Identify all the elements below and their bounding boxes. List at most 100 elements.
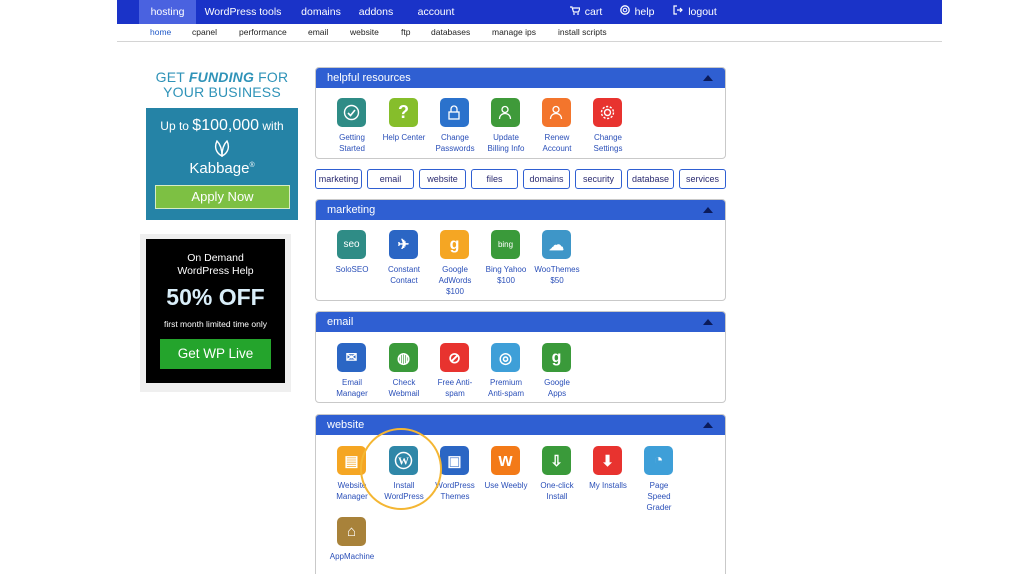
wplive-offer: 50% OFF [166, 284, 265, 310]
tile-label-line1: Website [337, 481, 367, 490]
nav-account[interactable]: account [415, 0, 457, 24]
tag-files[interactable]: files [471, 169, 518, 189]
nav-addons[interactable]: addons [356, 0, 396, 24]
panel-header: marketing [316, 200, 725, 220]
nav-hosting[interactable]: hosting [139, 0, 196, 24]
ad-headline-line2: YOUR BUSINESS [163, 84, 281, 100]
website-manager-icon: ▤ [337, 446, 366, 475]
question-icon: ? [389, 98, 418, 127]
bing-yahoo-icon: bing [491, 230, 520, 259]
subnav-manage-ips[interactable]: manage ips [492, 27, 536, 37]
tile-label-line1: Bing Yahoo [485, 265, 527, 274]
tile-label-line2: WordPress [384, 492, 424, 501]
tile-label-line2: Manager [336, 492, 368, 501]
page-speed-icon: ◔ [644, 446, 673, 475]
tile-label-line1: Google [544, 378, 570, 387]
kabbage-leaf-icon [212, 139, 232, 158]
subnav-home[interactable]: home [150, 27, 171, 37]
subnav-cpanel[interactable]: cpanel [192, 27, 217, 37]
cart-link[interactable]: cart [569, 0, 603, 24]
panel-helpful-resources: helpful resources Getting Started ? Help … [315, 67, 726, 159]
sub-navigation: home cpanel performance email website ft… [117, 24, 942, 42]
panel-header: helpful resources [316, 68, 725, 88]
tile-label-line2: Manager [336, 389, 368, 398]
nav-domains[interactable]: domains [298, 0, 344, 24]
kabbage-box: Up to $100,000 with Kabbage® Apply Now [146, 108, 298, 220]
tile-label-line1: Help Center [382, 133, 426, 142]
apply-now-button[interactable]: Apply Now [155, 185, 290, 209]
hosting-control-panel: hosting WordPress tools domains addons a… [0, 0, 1024, 574]
tile-label-line2: Install [546, 492, 568, 501]
tile-label-line1: Email [341, 378, 362, 387]
collapse-caret-icon[interactable] [703, 75, 713, 81]
collapse-caret-icon[interactable] [703, 422, 713, 428]
gear-icon [593, 98, 622, 127]
kabbage-brand: Kabbage [189, 160, 250, 177]
nav-wordpress-tools[interactable]: WordPress tools [203, 0, 283, 24]
tile-label-line2: Apps [547, 389, 567, 398]
collapse-caret-icon[interactable] [703, 207, 713, 213]
help-link[interactable]: help [619, 0, 655, 24]
tile-label-line1: Page [649, 481, 669, 490]
panel-website: website ▤ Website Manager W Install WordPr… [315, 414, 726, 574]
tile-label: Page Speed Grader [625, 480, 693, 513]
tile-label-line1: WooThemes [534, 265, 580, 274]
user-clock-icon [542, 98, 571, 127]
tile-label-line1: Google [442, 265, 468, 274]
subnav-website[interactable]: website [350, 27, 379, 37]
premium-antispam-icon: ◎ [491, 343, 520, 372]
paper-plane-icon: ✈ [389, 230, 418, 259]
tile-label-line2: Speed [647, 492, 671, 501]
wplive-line1: On Demand [187, 252, 244, 264]
tile-label-line1: AppMachine [329, 552, 375, 561]
subnav-ftp[interactable]: ftp [401, 27, 410, 37]
google-icon: g [440, 230, 469, 259]
tag-website[interactable]: website [419, 169, 466, 189]
antispam-icon: ⊘ [440, 343, 469, 372]
tile-label-line2: spam [445, 389, 465, 398]
subnav-install-scripts[interactable]: install scripts [558, 27, 607, 37]
subnav-performance[interactable]: performance [239, 27, 287, 37]
lock-gear-icon [440, 98, 469, 127]
tile-label-line2: Anti-spam [487, 389, 524, 398]
logout-label: logout [688, 6, 717, 18]
get-wp-live-button[interactable]: Get WP Live [160, 339, 271, 369]
wplive-ad-frame: On Demand WordPress Help 50% OFF first m… [140, 234, 291, 392]
tag-services[interactable]: services [679, 169, 726, 189]
subnav-databases[interactable]: databases [431, 27, 470, 37]
tag-marketing[interactable]: marketing [315, 169, 362, 189]
top-navigation: hosting WordPress tools domains addons a… [117, 0, 942, 24]
collapse-caret-icon[interactable] [703, 319, 713, 325]
checkmark-icon [337, 98, 366, 127]
tile-label-line1: Constant [387, 265, 421, 274]
panel-header: website [316, 415, 725, 435]
ad-headline-post: FOR [254, 69, 289, 85]
webmail-icon: ◍ [389, 343, 418, 372]
tile-label-line2: Started [339, 144, 365, 153]
google-apps-icon: g [542, 343, 571, 372]
tile-label-line3: $100 [446, 287, 464, 296]
ad-headline-bold: FUNDING [188, 69, 255, 85]
tile-label-line1: Renew [544, 133, 570, 142]
tag-domains[interactable]: domains [523, 169, 570, 189]
tile-label-line1: Install [393, 481, 415, 490]
cart-label: cart [584, 6, 603, 18]
woothemes-icon: ☁ [542, 230, 571, 259]
tag-email[interactable]: email [367, 169, 414, 189]
wplive-ad[interactable]: On Demand WordPress Help 50% OFF first m… [146, 239, 285, 383]
ad-headline-pre: GET [155, 69, 189, 85]
wordpress-glyph: W [398, 456, 409, 468]
panel-title: email [327, 316, 354, 328]
wordpress-icon: W [389, 446, 418, 475]
tile-label-line3: Grader [646, 503, 672, 512]
logout-link[interactable]: logout [673, 0, 717, 24]
kabbage-ad[interactable]: GET FUNDING FOR YOUR BUSINESS Up to $100… [146, 70, 298, 220]
tag-database[interactable]: database [627, 169, 674, 189]
tag-security[interactable]: security [575, 169, 622, 189]
kabbage-logo: Kabbage® [146, 160, 298, 177]
wplive-note: first month limited time only [164, 319, 267, 329]
subnav-email[interactable]: email [308, 27, 328, 37]
tile-label-line2: Billing Info [487, 144, 525, 153]
panel-title: helpful resources [327, 72, 411, 84]
tile-label-line2: Passwords [435, 144, 475, 153]
